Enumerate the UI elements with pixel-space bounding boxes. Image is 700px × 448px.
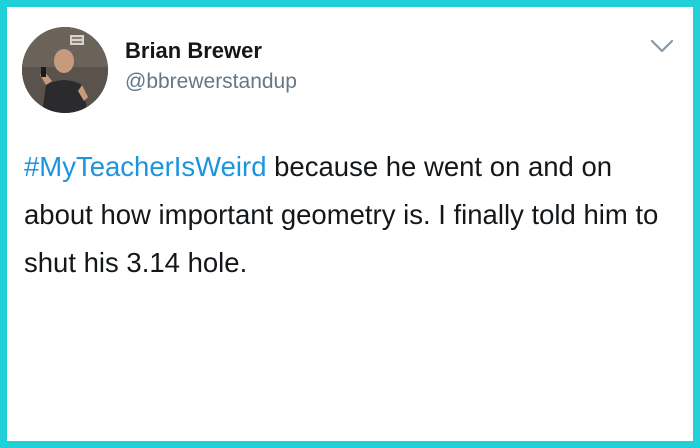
tweet-menu-button[interactable] — [647, 35, 677, 59]
chevron-down-icon — [650, 39, 674, 53]
screenshot-frame: Brian Brewer @bbrewerstandup #MyTeacherI… — [0, 0, 700, 448]
tweet-author: Brian Brewer @bbrewerstandup — [125, 37, 297, 95]
tweet-text: #MyTeacherIsWeird because he went on and… — [24, 143, 684, 287]
avatar-photo — [22, 27, 108, 113]
hashtag-link[interactable]: #MyTeacherIsWeird — [24, 151, 267, 182]
avatar[interactable] — [22, 27, 108, 113]
author-display-name[interactable]: Brian Brewer — [125, 37, 297, 65]
author-handle[interactable]: @bbrewerstandup — [125, 69, 297, 95]
tweet-card: Brian Brewer @bbrewerstandup #MyTeacherI… — [7, 7, 693, 441]
